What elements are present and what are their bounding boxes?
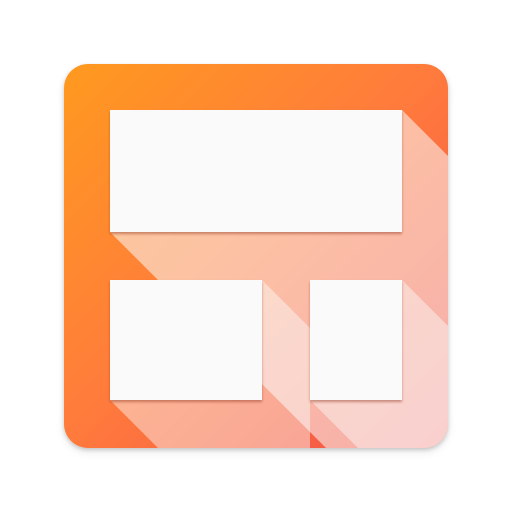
icon-canvas <box>0 0 512 512</box>
layout-grid-app-icon[interactable] <box>64 64 448 448</box>
top-wide-tile <box>110 110 402 232</box>
layout-grid-icon <box>64 64 448 448</box>
bottom-right-tile <box>310 280 402 400</box>
bottom-left-tile <box>110 280 262 400</box>
